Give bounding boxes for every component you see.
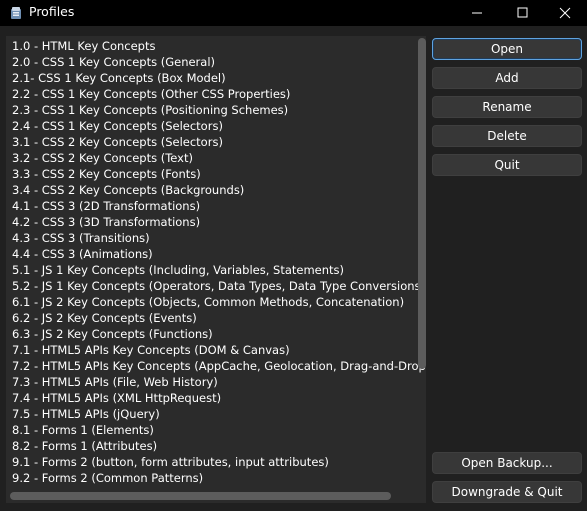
profile-list-item[interactable]: 2.2 - CSS 1 Key Concepts (Other CSS Prop… — [12, 86, 412, 102]
profile-list-item[interactable]: 7.4 - HTML5 APIs (XML HttpRequest) — [12, 390, 412, 406]
maximize-button[interactable] — [500, 0, 544, 26]
profiles-app-icon — [9, 5, 23, 19]
horizontal-scrollbar-thumb[interactable] — [10, 492, 391, 500]
profile-list-item[interactable]: 6.2 - JS 2 Key Concepts (Events) — [12, 310, 412, 326]
profile-list-item[interactable]: 3.2 - CSS 2 Key Concepts (Text) — [12, 150, 412, 166]
profile-list-item[interactable]: 3.1 - CSS 2 Key Concepts (Selectors) — [12, 134, 412, 150]
close-icon — [559, 7, 571, 19]
profile-list-item[interactable]: 1.0 - HTML Key Concepts — [12, 38, 412, 54]
profile-list-item[interactable]: 5.2 - JS 1 Key Concepts (Operators, Data… — [12, 278, 425, 294]
profile-list-item[interactable]: 2.1- CSS 1 Key Concepts (Box Model) — [12, 70, 412, 86]
downgrade-quit-button[interactable]: Downgrade & Quit — [432, 481, 582, 503]
profile-list-item[interactable]: 7.5 - HTML5 APIs (jQuery) — [12, 406, 412, 422]
profile-list-item[interactable]: 2.3 - CSS 1 Key Concepts (Positioning Sc… — [12, 102, 412, 118]
profile-list-item[interactable]: 2.4 - CSS 1 Key Concepts (Selectors) — [12, 118, 412, 134]
open-button[interactable]: Open — [432, 38, 582, 60]
maximize-icon — [517, 7, 528, 18]
profile-list-item[interactable]: 3.4 - CSS 2 Key Concepts (Backgrounds) — [12, 182, 412, 198]
profile-list-item[interactable]: 4.1 - CSS 3 (2D Transformations) — [12, 198, 412, 214]
profile-list-item[interactable]: 9.1 - Forms 2 (button, form attributes, … — [12, 454, 412, 470]
vertical-scrollbar-thumb[interactable] — [418, 38, 426, 369]
profile-list-item[interactable]: 4.3 - CSS 3 (Transitions) — [12, 230, 412, 246]
close-button[interactable] — [543, 0, 587, 26]
profile-list-item[interactable]: 8.2 - Forms 1 (Attributes) — [12, 438, 412, 454]
profile-list-item[interactable]: 2.0 - CSS 1 Key Concepts (General) — [12, 54, 412, 70]
profile-list-item[interactable]: 7.2 - HTML5 APIs Key Concepts (AppCache,… — [12, 358, 426, 374]
profile-list-item[interactable]: 6.3 - JS 2 Key Concepts (Functions) — [12, 326, 412, 342]
open-backup-button[interactable]: Open Backup... — [432, 452, 582, 474]
profile-list-item[interactable]: 7.3 - HTML5 APIs (File, Web History) — [12, 374, 412, 390]
profile-list-item[interactable]: 9.2 - Forms 2 (Common Patterns) — [12, 470, 412, 486]
minimize-button[interactable] — [455, 0, 499, 26]
vertical-scrollbar[interactable] — [418, 36, 426, 489]
profile-list-item[interactable]: 3.3 - CSS 2 Key Concepts (Fonts) — [12, 166, 412, 182]
window-title: Profiles — [29, 4, 75, 19]
add-button[interactable]: Add — [432, 67, 582, 89]
minimize-icon — [472, 12, 482, 14]
rename-button[interactable]: Rename — [432, 96, 582, 118]
quit-button[interactable]: Quit — [432, 154, 582, 176]
profile-list-item[interactable]: 4.4 - CSS 3 (Animations) — [12, 246, 412, 262]
profile-list-item[interactable]: 5.1 - JS 1 Key Concepts (Including, Vari… — [12, 262, 412, 278]
profiles-window: Profiles 1.0 - HTML Key Concepts 2.0 - CS… — [0, 0, 587, 511]
profiles-list[interactable]: 1.0 - HTML Key Concepts 2.0 - CSS 1 Key C… — [12, 38, 426, 486]
profile-list-item[interactable]: 7.1 - HTML5 APIs Key Concepts (DOM & Can… — [12, 342, 412, 358]
profile-list-item[interactable]: 4.2 - CSS 3 (3D Transformations) — [12, 214, 412, 230]
profiles-list-panel[interactable]: 1.0 - HTML Key Concepts 2.0 - CSS 1 Key C… — [6, 36, 426, 503]
profile-list-item[interactable]: 6.1 - JS 2 Key Concepts (Objects, Common… — [12, 294, 412, 310]
profile-list-item[interactable]: 8.1 - Forms 1 (Elements) — [12, 422, 412, 438]
delete-button[interactable]: Delete — [432, 125, 582, 147]
title-bar[interactable]: Profiles — [0, 0, 587, 26]
horizontal-scrollbar[interactable] — [6, 489, 418, 503]
